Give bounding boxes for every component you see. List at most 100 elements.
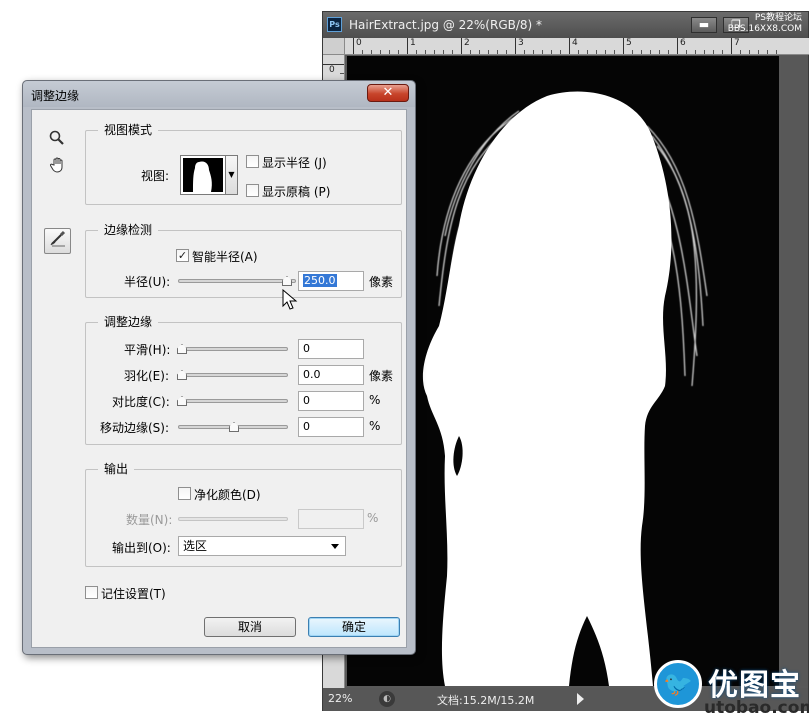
logo-url: utobao.com	[704, 698, 809, 718]
amount-label: 数量(N):	[126, 513, 173, 527]
ruler-h-minor-tick	[659, 50, 660, 54]
show-original-label: 显示原稿 (P)	[262, 185, 331, 199]
ruler-h-minor-tick	[542, 50, 543, 54]
smart-radius-checkbox[interactable]: ✓	[176, 249, 189, 262]
status-info-icon[interactable]: ◐	[379, 691, 395, 707]
shift-edge-label: 移动边缘(S):	[100, 421, 170, 435]
document-title: HairExtract.jpg @ 22%(RGB/8) *	[349, 18, 543, 32]
ruler-h-label: 6	[677, 38, 686, 54]
output-to-label: 输出到(O):	[112, 541, 171, 555]
ruler-h-minor-tick	[434, 50, 435, 54]
ruler-h-minor-tick	[380, 50, 381, 54]
horizontal-ruler[interactable]: 0 1 2 3 4 5 6 7	[345, 38, 809, 55]
ruler-h-minor-tick	[452, 50, 453, 54]
show-radius-checkbox[interactable]	[246, 155, 259, 168]
ruler-h-minor-tick	[605, 50, 606, 54]
radius-input[interactable]: 250.0	[298, 271, 364, 291]
shift-edge-input[interactable]: 0	[298, 417, 364, 437]
view-dropdown-arrow-icon[interactable]: ▼	[226, 155, 238, 195]
radius-unit: 像素	[369, 275, 394, 289]
ruler-h-minor-tick	[578, 50, 579, 54]
contrast-unit: %	[369, 393, 381, 407]
ruler-h-minor-tick	[686, 50, 687, 54]
smooth-input[interactable]: 0	[298, 339, 364, 359]
decontaminate-colors-checkbox[interactable]	[178, 487, 191, 500]
cancel-button[interactable]: 取消	[204, 617, 296, 637]
view-label: 视图:	[141, 169, 170, 183]
ruler-h-minor-tick	[416, 50, 417, 54]
site-logo: 🐦 优图宝 utobao.com	[654, 656, 809, 720]
ruler-h-minor-tick	[479, 50, 480, 54]
output-to-select[interactable]: 选区	[178, 536, 346, 556]
zoom-level[interactable]: 22%	[328, 692, 352, 705]
vertical-scrollbar[interactable]	[781, 56, 808, 686]
contrast-slider-track[interactable]	[178, 399, 288, 403]
contrast-input[interactable]: 0	[298, 391, 364, 411]
ruler-h-minor-tick	[668, 50, 669, 54]
hand-tool-icon[interactable]	[49, 156, 67, 178]
remember-settings-label: 记住设置(T)	[101, 587, 166, 601]
watermark-line2: BBS.16XX8.COM	[727, 24, 802, 34]
ruler-h-minor-tick	[650, 50, 651, 54]
ruler-h-label: 2	[461, 38, 470, 54]
view-mode-group: 视图模式 视图: ▼ 显示半径 (J) 显示原稿 (P)	[85, 123, 402, 205]
ruler-h-minor-tick	[371, 50, 372, 54]
dialog-body: 视图模式 视图: ▼ 显示半径 (J) 显示原稿 (P) 边缘检测 ✓ 智能半径…	[31, 109, 407, 648]
ruler-h-minor-tick	[362, 50, 363, 54]
watermark-line1: PS教程论坛	[754, 13, 802, 23]
refine-radius-brush-icon[interactable]	[44, 228, 71, 254]
ruler-h-label: 7	[731, 38, 740, 54]
ruler-h-label: 3	[515, 38, 524, 54]
radius-slider-track[interactable]	[178, 279, 296, 283]
show-original-checkbox[interactable]	[246, 184, 259, 197]
ruler-h-minor-tick	[695, 50, 696, 54]
ruler-origin[interactable]	[323, 38, 345, 55]
view-mode-legend: 视图模式	[98, 123, 159, 137]
feather-input[interactable]: 0.0	[298, 365, 364, 385]
ruler-h-minor-tick	[524, 50, 525, 54]
show-radius-label: 显示半径 (J)	[262, 156, 327, 170]
smooth-slider-track[interactable]	[178, 347, 288, 351]
amount-input	[298, 509, 364, 529]
ruler-h-label: 0	[353, 38, 362, 54]
ruler-h-minor-tick	[713, 50, 714, 54]
ruler-h-minor-tick	[641, 50, 642, 54]
ruler-h-minor-tick	[722, 50, 723, 54]
bird-icon: 🐦	[654, 660, 702, 708]
remember-settings-checkbox[interactable]	[85, 586, 98, 599]
minimize-button[interactable]: ▬	[691, 17, 717, 33]
ruler-h-label: 4	[569, 38, 578, 54]
ruler-h-minor-tick	[398, 50, 399, 54]
forum-watermark: PS教程论坛 BBS.16XX8.COM	[728, 13, 802, 35]
ruler-h-minor-tick	[749, 50, 750, 54]
feather-slider-track[interactable]	[178, 373, 288, 377]
ruler-h-minor-tick	[767, 50, 768, 54]
output-legend: 输出	[98, 462, 135, 476]
adjust-edge-legend: 调整边缘	[98, 315, 159, 329]
amount-unit: %	[367, 511, 379, 525]
ruler-h-minor-tick	[389, 50, 390, 54]
status-menu-arrow-icon[interactable]	[577, 693, 584, 705]
output-to-value: 选区	[183, 539, 208, 553]
document-titlebar[interactable]: Ps HairExtract.jpg @ 22%(RGB/8) * ▬ ❐ PS…	[323, 12, 808, 38]
smooth-label: 平滑(H):	[124, 343, 171, 357]
chevron-down-icon	[331, 544, 339, 549]
ruler-h-minor-tick	[614, 50, 615, 54]
ruler-h-minor-tick	[497, 50, 498, 54]
photoshop-icon: Ps	[327, 17, 342, 32]
ruler-v-minor-tick	[340, 73, 344, 74]
document-size: 文档:15.2M/15.2M	[437, 694, 535, 707]
ruler-h-minor-tick	[704, 50, 705, 54]
close-button[interactable]: ✕	[367, 84, 409, 102]
zoom-tool-icon[interactable]	[49, 130, 65, 150]
ok-button[interactable]: 确定	[308, 617, 400, 637]
ruler-h-minor-tick	[488, 50, 489, 54]
radius-label: 半径(U):	[124, 275, 171, 289]
edge-detection-group: 边缘检测 ✓ 智能半径(A) 半径(U): 250.0 像素	[85, 223, 402, 298]
ruler-h-minor-tick	[551, 50, 552, 54]
ruler-h-minor-tick	[758, 50, 759, 54]
ruler-h-minor-tick	[560, 50, 561, 54]
view-thumbnail[interactable]	[180, 155, 226, 195]
dialog-titlebar[interactable]: 调整边缘 ✕	[23, 81, 415, 107]
ruler-h-minor-tick	[587, 50, 588, 54]
